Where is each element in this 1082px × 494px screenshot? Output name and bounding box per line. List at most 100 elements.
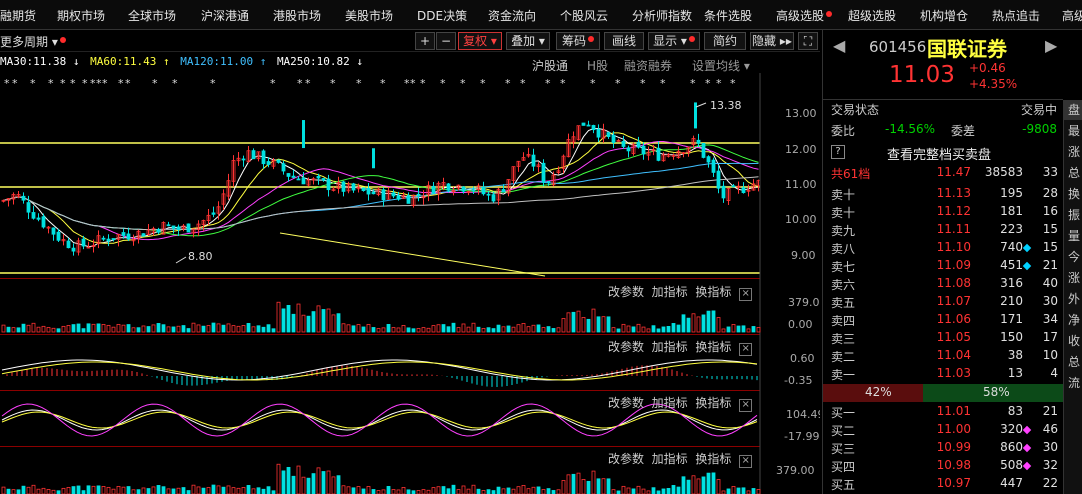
volume-bar (451, 322, 456, 333)
full-book-row[interactable]: ? 查看完整档买卖盘 (823, 144, 1063, 163)
close-icon[interactable]: × (739, 399, 753, 412)
side-tab[interactable]: 总 (1064, 352, 1082, 372)
bid-row[interactable]: 买四 10.98 508 32 (823, 458, 1063, 476)
fuquan-button[interactable]: 复权 ▾ (458, 32, 502, 50)
ma-legend: MA30:11.38 ↓ MA60:11.43 ↑ MA120:11.00 ↑ … (0, 55, 367, 73)
change-params-button[interactable]: 改参数 (608, 285, 644, 299)
add-indicator-button[interactable]: 加指标 (652, 340, 688, 354)
change-params-button[interactable]: 改参数 (608, 340, 644, 354)
ask-row[interactable]: 卖九 11.11 223 15 (823, 222, 1063, 240)
add-indicator-button[interactable]: 加指标 (652, 285, 688, 299)
margin-trading-link[interactable]: 融资融券 (624, 57, 672, 74)
side-tab[interactable]: 振 (1064, 205, 1082, 225)
side-tab[interactable]: 换 (1064, 184, 1082, 204)
zoom-in-button[interactable]: + (415, 32, 435, 50)
side-tab[interactable]: 流 (1064, 373, 1082, 393)
volume-bar (91, 485, 96, 494)
side-tab[interactable]: 盘 (1064, 100, 1082, 120)
help-icon[interactable]: ? (831, 145, 845, 159)
side-tab[interactable]: 涨 (1064, 268, 1082, 288)
ask-row[interactable]: 卖三 11.05 150 17 (823, 330, 1063, 348)
candle-body (591, 125, 596, 131)
bid-row[interactable]: 买二 11.00 320 46 (823, 422, 1063, 440)
close-icon[interactable]: × (739, 455, 753, 468)
fullscreen-icon[interactable]: ⛶ (798, 32, 818, 50)
chips-button[interactable]: 筹码 (556, 32, 600, 50)
switch-indicator-button[interactable]: 换指标 (695, 340, 731, 354)
candle-body (546, 181, 551, 183)
next-stock-icon[interactable]: ▶ (1045, 36, 1057, 55)
ask-row[interactable]: 卖十 11.12 181 16 (823, 204, 1063, 222)
switch-indicator-button[interactable]: 换指标 (695, 285, 731, 299)
hugutong-link[interactable]: 沪股通 (532, 57, 568, 74)
side-tab[interactable]: 外 (1064, 289, 1082, 309)
bid-row[interactable]: 买五 10.97 447 22 (823, 476, 1063, 494)
kline-chart[interactable]: * * * * * * * * * * * * * * * * * * * * * * * * * * * * * * * * * * * * * * * … (0, 73, 820, 278)
menu-advanced[interactable]: 高级 (1062, 7, 1082, 24)
close-icon[interactable]: × (739, 288, 753, 301)
candle-body (251, 150, 256, 160)
add-indicator-button[interactable]: 加指标 (652, 396, 688, 410)
ask-row[interactable]: 卖八 11.10 740 15 (823, 240, 1063, 258)
overlay-button[interactable]: 叠加 ▾ (506, 32, 550, 50)
menu-stock-news[interactable]: 个股风云 (560, 7, 608, 24)
menu-hotspot[interactable]: 热点追击 (992, 7, 1040, 24)
h-share-link[interactable]: H股 (587, 57, 608, 74)
menu-global[interactable]: 全球市场 (128, 7, 176, 24)
ask-row[interactable]: 卖六 11.08 316 40 (823, 276, 1063, 294)
volume-bar (21, 485, 26, 494)
ask-row[interactable]: 卖十 11.13 195 28 (823, 186, 1063, 204)
side-tab[interactable]: 净 (1064, 310, 1082, 330)
close-icon[interactable]: × (739, 343, 753, 356)
ma-settings-link[interactable]: 设置均线 ▾ (692, 57, 750, 74)
side-tab[interactable]: 今 (1064, 247, 1082, 267)
side-tab[interactable]: 总 (1064, 163, 1082, 183)
menu-analyst[interactable]: 分析师指数 (632, 7, 692, 24)
ask-row[interactable]: 卖七 11.09 451 21 (823, 258, 1063, 276)
simple-button[interactable]: 简约 (704, 32, 746, 50)
ask-level-label: 卖六 (831, 278, 856, 292)
side-tab[interactable]: 收 (1064, 331, 1082, 351)
candle-body (281, 163, 286, 172)
volume-bar (551, 328, 556, 333)
menu-condition-select[interactable]: 条件选股 (704, 7, 752, 24)
prev-stock-icon[interactable]: ◀ (833, 36, 845, 55)
change-params-button[interactable]: 改参数 (608, 452, 644, 466)
volume-bar (321, 309, 326, 333)
menu-us-stocks[interactable]: 美股市场 (345, 7, 393, 24)
menu-super-select[interactable]: 超级选股 (848, 7, 896, 24)
menu-inst-increase[interactable]: 机构增仓 (920, 7, 968, 24)
change-params-button[interactable]: 改参数 (608, 396, 644, 410)
volume-bar (586, 480, 591, 494)
bid-price: 11.01 (936, 404, 971, 418)
menu-options[interactable]: 期权市场 (57, 7, 105, 24)
switch-indicator-button[interactable]: 换指标 (695, 396, 731, 410)
period-selector[interactable]: 更多周期 ▾ (0, 33, 66, 50)
full-book-link[interactable]: 查看完整档买卖盘 (887, 144, 991, 163)
bid-row[interactable]: 买一 11.01 83 21 (823, 404, 1063, 422)
candle-body (396, 195, 401, 200)
switch-indicator-button[interactable]: 换指标 (695, 452, 731, 466)
ask-row[interactable]: 卖四 11.06 171 34 (823, 312, 1063, 330)
side-tab[interactable]: 量 (1064, 226, 1082, 246)
menu-capital-flow[interactable]: 资金流向 (488, 7, 536, 24)
menu-dde[interactable]: DDE决策 (417, 7, 467, 24)
volume-bar (196, 324, 201, 333)
display-button[interactable]: 显示 ▾ (648, 32, 700, 50)
menu-futures[interactable]: 融期货 (0, 7, 36, 24)
draw-line-button[interactable]: 画线 (604, 32, 644, 50)
side-tab[interactable]: 涨 (1064, 142, 1082, 162)
volume-bar (386, 486, 391, 494)
menu-hk-connect[interactable]: 沪深港通 (201, 7, 249, 24)
side-tab[interactable]: 最 (1064, 121, 1082, 141)
menu-hk-stocks[interactable]: 港股市场 (273, 7, 321, 24)
zoom-out-button[interactable]: − (436, 32, 456, 50)
trend-line[interactable] (279, 232, 546, 277)
add-indicator-button[interactable]: 加指标 (652, 452, 688, 466)
ask-row[interactable]: 卖五 11.07 210 30 (823, 294, 1063, 312)
hide-button[interactable]: 隐藏 ▸▸ (750, 32, 794, 50)
ask-row[interactable]: 卖二 11.04 38 10 (823, 348, 1063, 366)
bid-row[interactable]: 买三 10.99 860 30 (823, 440, 1063, 458)
ask-row[interactable]: 卖一 11.03 13 4 (823, 366, 1063, 384)
menu-advanced-select[interactable]: 高级选股 (776, 7, 833, 24)
